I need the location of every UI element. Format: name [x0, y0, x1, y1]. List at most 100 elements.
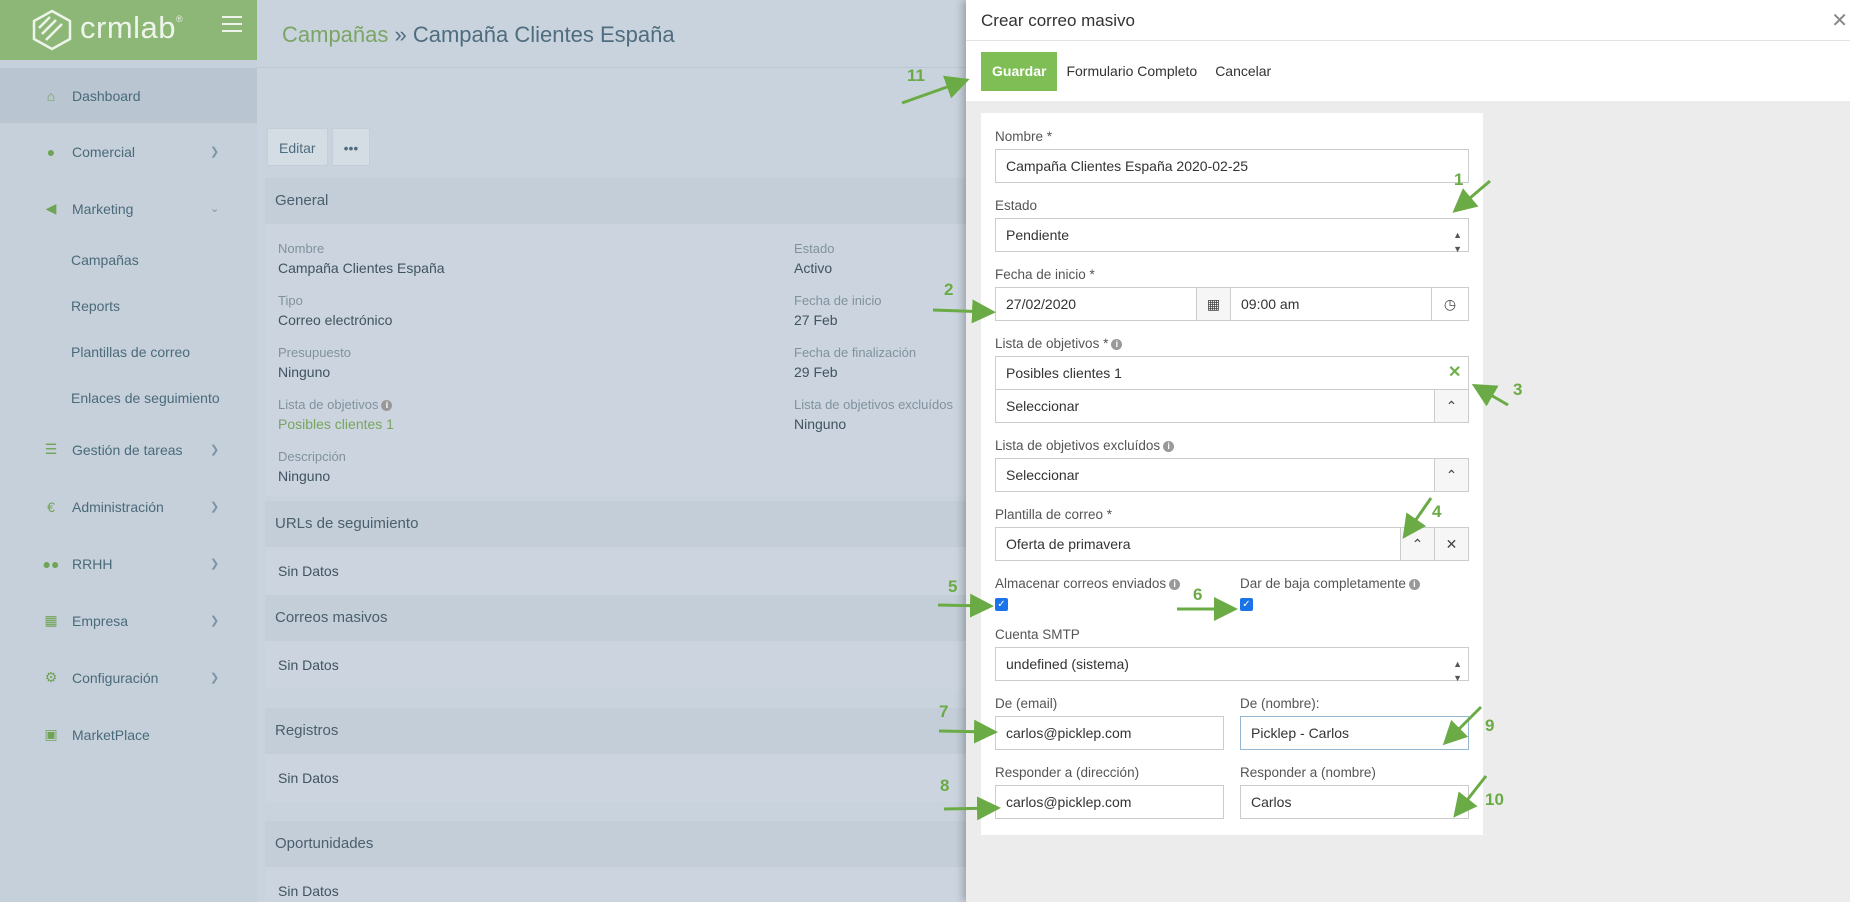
from-email-input[interactable]: carlos@picklep.com — [995, 716, 1224, 750]
sidebar-subitem-plantillas[interactable]: Plantillas de correo — [0, 329, 257, 375]
remove-target-list-icon[interactable]: ✕ — [1448, 362, 1461, 382]
breadcrumb-campanas[interactable]: Campañas — [282, 22, 388, 47]
de-email-label: De (email) — [995, 696, 1058, 711]
euro-icon: € — [47, 498, 55, 515]
chevron-down-icon: ⌄ — [210, 203, 220, 215]
sidebar-subitem-campanas[interactable]: Campañas — [0, 237, 257, 283]
field-presupuesto: Presupuesto Ninguno — [278, 345, 351, 380]
annotation-10: 10 — [1485, 790, 1504, 809]
annotation-2: 2 — [944, 280, 954, 299]
estado-select[interactable]: Pendiente ▲ ▼ — [995, 218, 1469, 254]
chevron-right-icon: ❯ — [210, 146, 220, 158]
chevron-up-icon[interactable]: ⌃ — [1434, 389, 1469, 423]
breadcrumb-separator: » — [388, 22, 413, 47]
sidebar-nav: ⌂ Dashboard ● Comercial ❯ ◀ Marketing ⌄ Campa… — [0, 68, 257, 763]
nombre-input[interactable]: Campaña Clientes España 2020-02-25 — [995, 149, 1469, 183]
sidebar-item-configuracion[interactable]: ⚙ Configuración ❯ — [0, 649, 257, 706]
chevron-up-icon[interactable]: ⌃ — [1434, 458, 1469, 492]
reply-to-name-input[interactable]: Carlos — [1240, 785, 1469, 819]
reply-to-email-input[interactable]: carlos@picklep.com — [995, 785, 1224, 819]
de-nombre-label: De (nombre): — [1240, 696, 1320, 711]
calendar-icon[interactable]: ▦ — [1196, 287, 1231, 321]
create-mass-email-drawer: Crear correo masivo ✕ Guardar Formulario… — [966, 0, 1850, 902]
trademark: ® — [176, 14, 184, 24]
users-icon: ●● — [42, 555, 60, 572]
smtp-select[interactable]: undefined (sistema) ▲ ▼ — [995, 647, 1469, 683]
full-form-button[interactable]: Formulario Completo — [1057, 52, 1206, 91]
no-data-text: Sin Datos — [278, 883, 339, 899]
annotation-6: 6 — [1193, 585, 1203, 604]
field-lista-excluidos: Lista de objetivos excluídos Ninguno — [794, 397, 953, 432]
info-icon: i — [1408, 579, 1420, 590]
campaign-detail: Campañas » Campaña Clientes España Edita… — [257, 0, 966, 902]
sidebar-subitem-reports[interactable]: Reports — [0, 283, 257, 329]
field-estado: Estado Activo — [794, 241, 835, 276]
sidebar-item-marketing[interactable]: ◀ Marketing ⌄ — [0, 180, 257, 237]
section-urls: URLs de seguimiento Sin Datos — [265, 501, 966, 595]
plantilla-label: Plantilla de correo * — [995, 507, 1113, 522]
select-arrows-icon: ▲ ▼ — [1453, 659, 1462, 683]
estado-label: Estado — [995, 198, 1038, 213]
building-icon: ▦ — [44, 612, 58, 628]
from-name-input[interactable]: Picklep - Carlos — [1240, 716, 1469, 750]
baja-checkbox[interactable]: ✓ — [1240, 598, 1253, 611]
save-button[interactable]: Guardar — [981, 51, 1058, 91]
sidebar-item-dashboard[interactable]: ⌂ Dashboard — [0, 68, 257, 123]
fecha-inicio-label: Fecha de inicio * — [995, 267, 1095, 282]
more-actions-button[interactable]: ••• — [331, 128, 371, 166]
sidebar-item-marketplace[interactable]: ▣ MarketPlace — [0, 706, 257, 763]
section-correos-masivos: Correos masivos Sin Datos — [265, 595, 966, 689]
clear-template-icon[interactable]: ✕ — [1434, 527, 1469, 561]
general-panel-title: General — [265, 178, 966, 224]
logo-bar: crmlab® — [0, 0, 257, 60]
plantilla-select[interactable]: Oferta de primavera — [995, 527, 1401, 561]
gear-icon: ⚙ — [44, 669, 58, 685]
hamburger-menu-icon[interactable] — [222, 16, 242, 32]
field-nombre: Nombre Campaña Clientes España — [278, 241, 445, 276]
annotation-8: 8 — [940, 776, 950, 795]
cancel-button[interactable]: Cancelar — [1206, 52, 1280, 91]
sidebar-item-rrhh[interactable]: ●● RRHH ❯ — [0, 535, 257, 592]
section-title: Correos masivos — [265, 595, 966, 641]
sidebar-item-tareas[interactable]: ☰ Gestión de tareas ❯ — [0, 421, 257, 478]
list-icon: ☰ — [44, 441, 58, 457]
fecha-inicio-input[interactable]: 27/02/2020 — [995, 287, 1197, 321]
chevron-up-icon[interactable]: ⌃ — [1400, 527, 1435, 561]
sidebar-item-comercial[interactable]: ● Comercial ❯ — [0, 123, 257, 180]
field-tipo: Tipo Correo electrónico — [278, 293, 393, 328]
responder-dir-label: Responder a (dirección) — [995, 765, 1140, 780]
general-panel: General Nombre Campaña Clientes España Es… — [265, 178, 966, 496]
target-list-link[interactable]: Posibles clientes 1 — [278, 416, 394, 432]
sidebar-subitem-enlaces[interactable]: Enlaces de seguimiento — [0, 375, 257, 421]
almacenar-checkbox[interactable]: ✓ — [995, 598, 1008, 611]
user-icon: ● — [46, 143, 56, 160]
annotation-11: 11 — [907, 66, 925, 85]
section-oportunidades: Oportunidades Sin Datos — [265, 821, 966, 902]
close-icon[interactable]: ✕ — [1831, 8, 1848, 33]
sidebar: crmlab® ⌂ Dashboard ● Comercial ❯ ◀ Marketin… — [0, 0, 257, 902]
excluded-list-select[interactable]: Seleccionar — [995, 458, 1435, 492]
annotation-5: 5 — [948, 577, 958, 596]
section-title: URLs de seguimiento — [265, 501, 966, 547]
hora-input[interactable]: 09:00 am — [1230, 287, 1432, 321]
selected-target-list: Posibles clientes 1 — [995, 356, 1469, 390]
no-data-text: Sin Datos — [278, 563, 339, 579]
clock-icon[interactable]: ◷ — [1431, 287, 1469, 321]
annotation-3: 3 — [1513, 380, 1523, 399]
target-list-select[interactable]: Seleccionar — [995, 389, 1435, 423]
smtp-label: Cuenta SMTP — [995, 627, 1080, 642]
sidebar-item-empresa[interactable]: ▦ Empresa ❯ — [0, 592, 257, 649]
edit-button[interactable]: Editar — [267, 128, 328, 166]
lista-objetivos-label: Lista de objetivos * i — [995, 336, 1123, 351]
field-fecha-inicio: Fecha de inicio 27 Feb — [794, 293, 882, 328]
drawer-header: Crear correo masivo ✕ — [966, 0, 1850, 41]
crmlab-logo-icon — [32, 9, 72, 51]
detail-actions: Editar ••• — [267, 128, 374, 166]
select-arrows-icon: ▲ ▼ — [1453, 230, 1462, 254]
sidebar-item-administracion[interactable]: € Administración ❯ — [0, 478, 257, 535]
drawer-toolbar: Guardar Formulario Completo Cancelar — [966, 41, 1850, 101]
home-icon: ⌂ — [46, 87, 56, 104]
almacenar-label: Almacenar correos enviados i — [995, 576, 1181, 591]
section-registros: Registros Sin Datos — [265, 708, 966, 802]
page-title: Campañas » Campaña Clientes España — [282, 22, 675, 48]
